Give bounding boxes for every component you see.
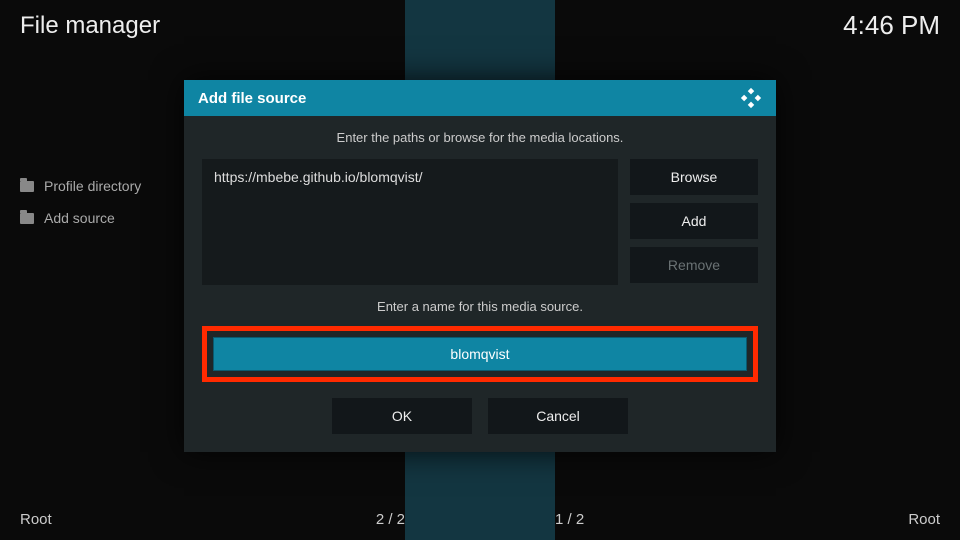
footer-pager-right: 1 / 2	[555, 511, 584, 528]
sidebar-item-add-source[interactable]: Add source	[20, 202, 141, 234]
source-name-input[interactable]: blomqvist	[213, 337, 747, 371]
folder-icon	[20, 181, 34, 192]
add-button[interactable]: Add	[630, 203, 758, 239]
sidebar-item-label: Add source	[44, 210, 115, 226]
paths-instruction: Enter the paths or browse for the media …	[202, 130, 758, 145]
remove-button: Remove	[630, 247, 758, 283]
source-name-value: blomqvist	[450, 346, 509, 362]
paths-row: https://mbebe.github.io/blomqvist/ Brows…	[202, 159, 758, 285]
header-bar: File manager 4:46 PM	[20, 10, 940, 41]
name-instruction: Enter a name for this media source.	[202, 299, 758, 314]
dialog-actions: OK Cancel	[202, 398, 758, 434]
add-file-source-dialog: Add file source Enter the paths or brows…	[184, 80, 776, 452]
sidebar: Profile directory Add source	[20, 170, 141, 234]
dialog-title: Add file source	[198, 90, 306, 107]
browse-button[interactable]: Browse	[630, 159, 758, 195]
side-buttons: Browse Add Remove	[630, 159, 758, 285]
page-title: File manager	[20, 12, 160, 40]
footer-bar: Root 2 / 2 1 / 2 Root	[20, 511, 940, 528]
cancel-button[interactable]: Cancel	[488, 398, 628, 434]
sidebar-item-profile-directory[interactable]: Profile directory	[20, 170, 141, 202]
footer-right-root: Root	[908, 511, 940, 528]
footer-left-root: Root	[20, 511, 52, 528]
ok-button[interactable]: OK	[332, 398, 472, 434]
dialog-header: Add file source	[184, 80, 776, 116]
highlight-annotation: blomqvist	[202, 326, 758, 382]
folder-icon	[20, 213, 34, 224]
sidebar-item-label: Profile directory	[44, 178, 141, 194]
footer-pager-left: 2 / 2	[376, 511, 405, 528]
path-input[interactable]: https://mbebe.github.io/blomqvist/	[202, 159, 618, 285]
dialog-body: Enter the paths or browse for the media …	[184, 116, 776, 452]
kodi-logo-icon	[740, 87, 762, 109]
clock: 4:46 PM	[843, 10, 940, 41]
path-value: https://mbebe.github.io/blomqvist/	[214, 169, 423, 185]
footer-center: 2 / 2 1 / 2	[376, 511, 584, 528]
